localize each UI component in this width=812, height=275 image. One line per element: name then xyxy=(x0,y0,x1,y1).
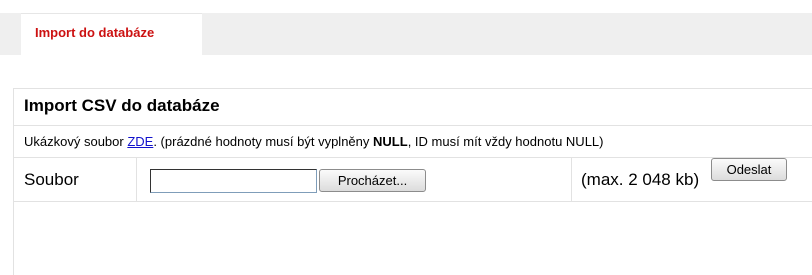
cell-divider xyxy=(136,158,137,201)
info-text: Ukázkový soubor ZDE. (prázdné hodnoty mu… xyxy=(24,134,603,149)
browse-button[interactable]: Procházet... xyxy=(319,169,426,192)
cell-divider xyxy=(571,158,572,201)
sample-file-link[interactable]: ZDE xyxy=(127,134,153,149)
file-row: Soubor Procházet... (max. 2 048 kb) xyxy=(14,158,812,202)
import-form: Import CSV do databáze Ukázkový soubor Z… xyxy=(13,88,812,275)
tab-bar: Import do databáze xyxy=(0,13,812,55)
info-prefix: Ukázkový soubor xyxy=(24,134,128,149)
form-header: Import CSV do databáze xyxy=(14,89,812,126)
info-row: Ukázkový soubor ZDE. (prázdné hodnoty mu… xyxy=(14,126,812,158)
file-label: Soubor xyxy=(24,170,79,189)
max-size-label: (max. 2 048 kb) xyxy=(581,170,700,189)
tab-label: Import do databáze xyxy=(35,25,155,40)
form-title: Import CSV do databáze xyxy=(24,96,220,115)
submit-button[interactable]: Odeslat xyxy=(711,158,787,181)
file-path-input[interactable] xyxy=(150,169,317,193)
info-null-bold: NULL xyxy=(373,134,408,149)
tab-import-do-databaze[interactable]: Import do databáze xyxy=(21,13,202,55)
info-suffix: , ID musí mít vždy hodnotu NULL) xyxy=(407,134,604,149)
info-middle: . (prázdné hodnoty musí být vyplněny xyxy=(153,134,374,149)
